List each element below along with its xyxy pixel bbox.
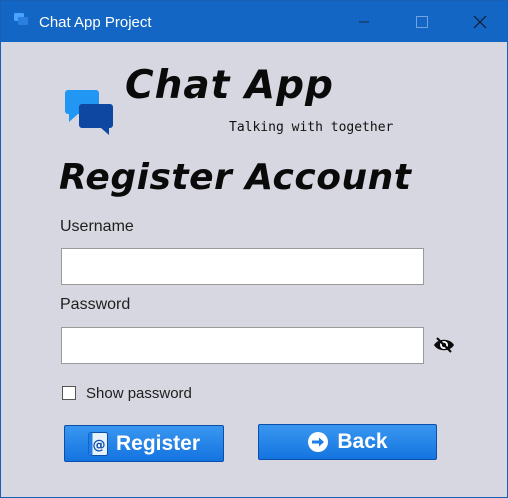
app-window: Chat App Project Chat App Talking with t… <box>0 0 508 498</box>
maximize-icon <box>416 15 428 28</box>
page-title: Register Account <box>59 157 412 198</box>
show-password-checkbox[interactable]: Show password <box>62 384 192 402</box>
title-bar[interactable]: Chat App Project <box>1 1 507 42</box>
arrow-right-icon <box>307 431 329 453</box>
register-label: Register <box>115 431 201 455</box>
back-label: Back <box>337 430 388 453</box>
show-password-label: Show password <box>86 384 192 402</box>
close-button[interactable] <box>457 1 503 42</box>
svg-text:@: @ <box>92 438 105 453</box>
checkbox-box[interactable] <box>62 386 76 400</box>
window-title: Chat App Project <box>39 14 152 31</box>
back-button[interactable]: Back <box>258 424 437 460</box>
app-brand-title: Chat App <box>125 63 334 108</box>
app-icon <box>14 13 28 25</box>
register-button[interactable]: @ Register <box>64 425 224 462</box>
password-label: Password <box>60 296 131 313</box>
eye-slash-icon[interactable] <box>433 336 455 354</box>
maximize-button[interactable] <box>399 1 445 42</box>
at-sign-icon: @ <box>87 431 108 456</box>
minimize-icon <box>359 21 369 22</box>
minimize-button[interactable] <box>341 1 387 42</box>
username-label: Username <box>60 218 134 235</box>
close-icon <box>473 15 487 28</box>
chat-bubbles-icon <box>65 90 113 135</box>
username-field[interactable] <box>61 248 424 285</box>
password-field[interactable] <box>61 327 424 364</box>
app-tagline: Talking with together <box>229 120 394 135</box>
